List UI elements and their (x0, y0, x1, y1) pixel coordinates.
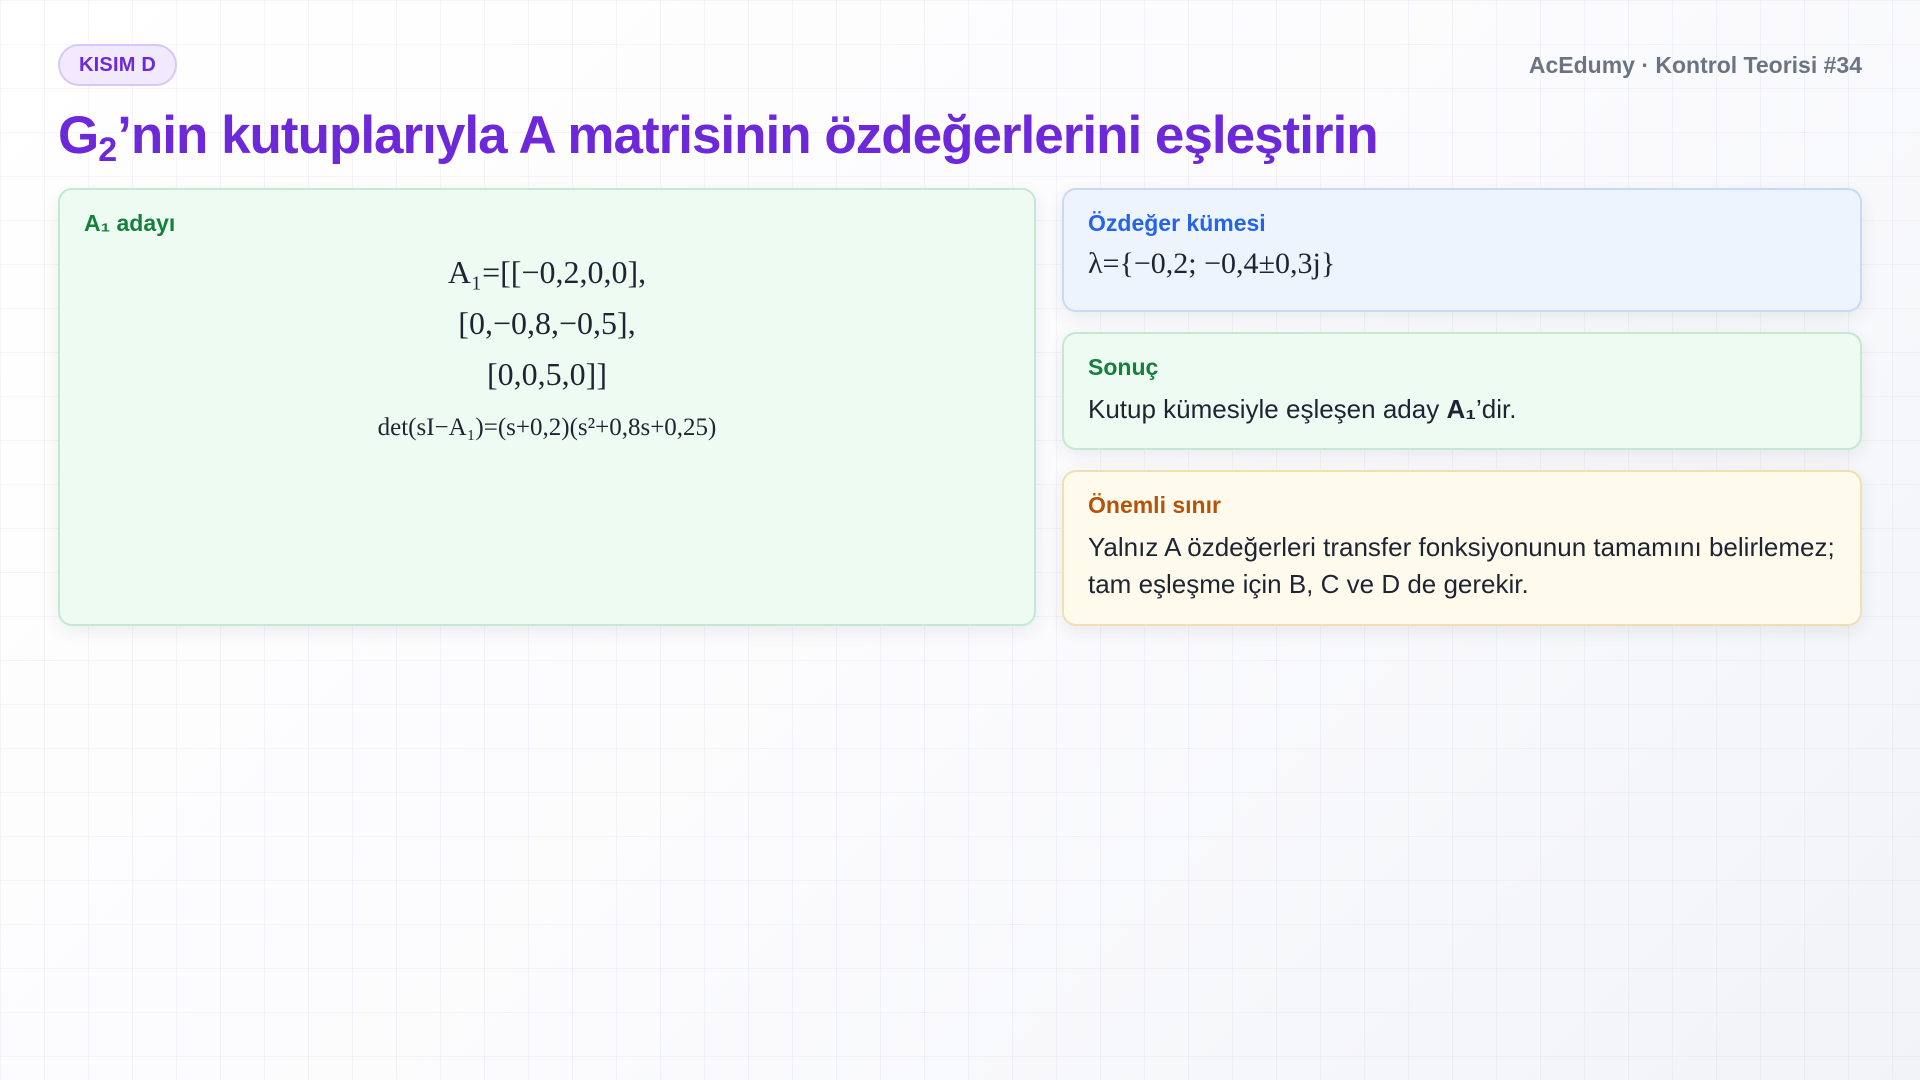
section-badge: KISIM D (58, 44, 177, 86)
title-subscript: 2 (98, 131, 118, 169)
eigenvalue-card: Özdeğer kümesi λ={−0,2; −0,4±0,3j} (1062, 188, 1862, 312)
eigenvalue-card-heading: Özdeğer kümesi (1088, 210, 1266, 236)
limitation-card-heading: Önemli sınır (1088, 492, 1221, 518)
matrix-row: A₁=[[−0,2,0,0], (447, 254, 647, 290)
eigenvalue-set: λ={−0,2; −0,4±0,3j} (1088, 247, 1336, 280)
limitation-card: Önemli sınır Yalnız A özdeğerleri transf… (1062, 470, 1862, 626)
result-text-end: ’dir. (1475, 394, 1517, 424)
page-title: G2’nin kutuplarıyla A matrisinin özdeğer… (58, 104, 1379, 182)
title-rest: ’nin kutuplarıyla A matrisinin özdeğerle… (117, 106, 1379, 165)
result-text-bold: A₁ (1446, 394, 1476, 424)
result-card-heading: Sonuç (1088, 354, 1159, 380)
matrix-block: A₁=[[−0,2,0,0], [0,−0,8,−0,5], [0,0,5,0]… (84, 247, 1010, 442)
candidate-card: A₁ adayı A₁=[[−0,2,0,0], [0,−0,8,−0,5], … (58, 188, 1036, 626)
section-badge-label: KISIM D (79, 53, 156, 76)
candidate-card-heading: A₁ adayı (84, 210, 176, 236)
result-text-start: Kutup kümesiyle eşleşen aday (1088, 394, 1447, 424)
matrix-row: [0,0,5,0]] (487, 356, 607, 392)
limitation-text: Yalnız A özdeğerleri transfer fonksiyonu… (1088, 532, 1835, 599)
brand-label: AcEdumy · Kontrol Teorisi #34 (1528, 52, 1862, 78)
determinant-equation: det(sI−A₁)=(s+0,2)(s²+0,8s+0,25) (377, 414, 717, 441)
result-card: Sonuç Kutup kümesiyle eşleşen aday A₁’di… (1062, 332, 1862, 450)
title-main: G (58, 106, 99, 165)
matrix-row: [0,−0,8,−0,5], (458, 305, 636, 341)
result-text: Kutup kümesiyle eşleşen aday A₁’dir. (1088, 391, 1836, 428)
